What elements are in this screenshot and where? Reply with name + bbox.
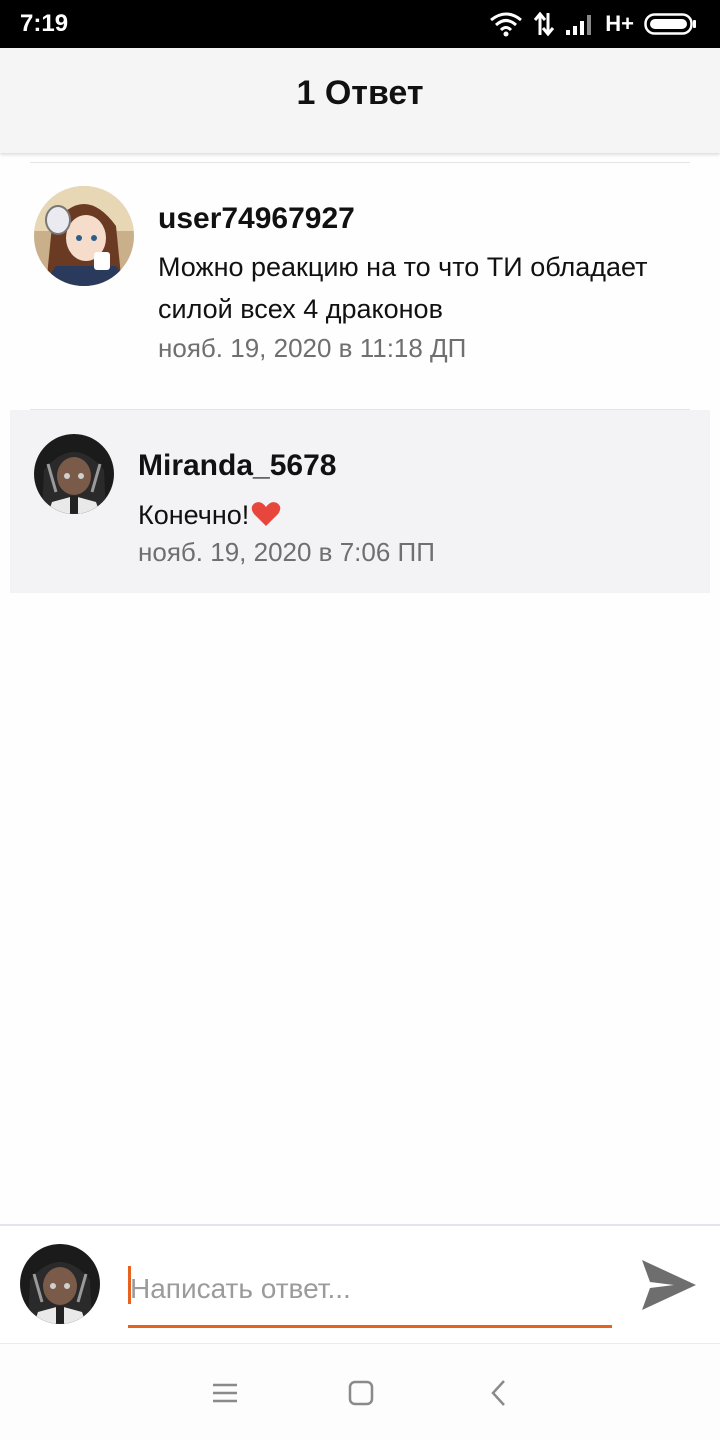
back-button[interactable]	[482, 1375, 518, 1411]
current-user-avatar	[20, 1244, 100, 1324]
comment-username[interactable]: user74967927	[158, 202, 355, 236]
heart-icon	[251, 497, 281, 539]
home-button[interactable]	[343, 1375, 379, 1411]
reply-text-content: Конечно!	[138, 500, 250, 530]
reply-date: нояб. 19, 2020 в 7:06 ПП	[138, 537, 435, 567]
status-time: 7:19	[20, 10, 69, 37]
system-nav-bar	[0, 1345, 720, 1440]
page-title: 1 Ответ	[296, 74, 424, 112]
text-cursor	[128, 1266, 131, 1304]
avatar[interactable]	[34, 434, 114, 514]
wifi-icon	[489, 11, 523, 37]
network-type: H+	[605, 11, 634, 36]
status-icons: H+	[489, 9, 698, 39]
comment-item[interactable]: user74967927 Можно реакцию на то что ТИ …	[0, 163, 720, 408]
home-icon	[343, 1380, 379, 1415]
status-bar: 7:19 H+	[0, 0, 720, 48]
menu-icon	[207, 1383, 243, 1415]
reply-input[interactable]	[128, 1264, 612, 1314]
comment-date: нояб. 19, 2020 в 11:18 ДП	[158, 333, 467, 363]
send-icon	[640, 1260, 698, 1316]
avatar[interactable]	[34, 186, 134, 286]
reply-username[interactable]: Miranda_5678	[138, 449, 336, 483]
back-icon	[482, 1380, 518, 1415]
signal-icon	[565, 12, 595, 36]
comment-text: Можно реакцию на то что ТИ обладает сило…	[158, 252, 648, 324]
reply-item[interactable]: Miranda_5678 Конечно! нояб. 19, 2020 в 7…	[10, 410, 710, 593]
reply-input-wrapper	[128, 1264, 612, 1328]
battery-icon	[644, 12, 698, 36]
reply-text: Конечно!	[138, 494, 678, 539]
top-app-bar: 1 Ответ	[0, 48, 720, 153]
menu-button[interactable]	[207, 1375, 243, 1411]
data-transfer-icon	[533, 11, 555, 37]
send-button[interactable]	[640, 1258, 698, 1312]
reply-composer	[0, 1224, 720, 1344]
